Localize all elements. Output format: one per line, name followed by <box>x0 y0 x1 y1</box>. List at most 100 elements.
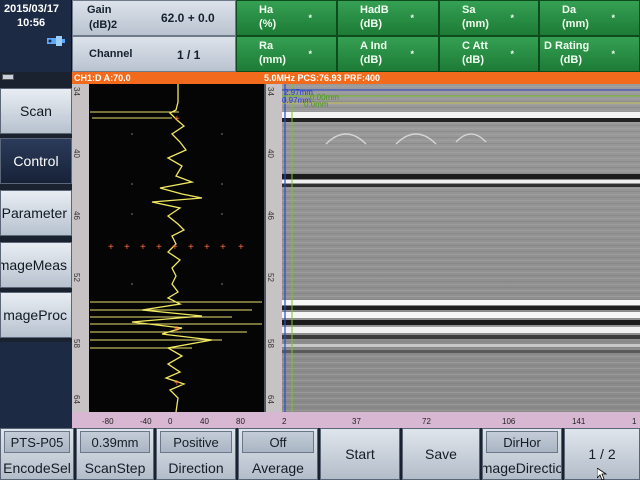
meas-a-ind-label: A Ind <box>360 40 388 52</box>
a-scan-view[interactable]: 34 40 46 52 58 64 + + + + + + + + + + + + <box>72 84 266 412</box>
svg-text:+: + <box>140 242 146 253</box>
gain-label: Gain <box>87 4 112 16</box>
b-scan-image: 2.97mm 0.97mm 0.00mm 0.0mm 344046525864 <box>266 84 640 412</box>
meas-d-rating-label: D Rating <box>544 40 590 52</box>
meas-ha-label: Ha <box>259 4 274 16</box>
datetime-panel: 2015/03/17 10:56 <box>0 0 72 72</box>
meas-d-rating-unit: (dB) <box>560 54 582 66</box>
b-scan-x-tick-label: 141 <box>572 417 586 426</box>
image-direction-value: DirHor <box>486 431 558 453</box>
mouse-pointer-icon <box>597 468 607 480</box>
a-scan-amplitude-ruler: -80 -40 0 40 80 <box>88 412 264 428</box>
a-depth-tick: 46 <box>72 211 81 220</box>
direction-button[interactable]: Positive Direction <box>156 428 236 480</box>
meas-d-rating-value: * <box>611 49 615 59</box>
channel-angle-text: CH1:D A:70.0 <box>74 73 131 83</box>
nav-parameter[interactable]: Parameter <box>0 190 72 236</box>
a-scan-waveform: 34 40 46 52 58 64 + + + + + + + + + + + + <box>72 84 262 412</box>
meas-ra[interactable]: Ra (mm) * <box>236 36 337 72</box>
average-button[interactable]: Off Average <box>238 428 318 480</box>
probe-info-text: 5.0MHz PCS:76.93 PRF:400 <box>264 73 381 83</box>
a-depth-tick: 34 <box>72 87 81 96</box>
save-button[interactable]: Save <box>402 428 480 480</box>
b-depth-tick: 40 <box>266 149 275 158</box>
encode-select-label: EncodeSel <box>3 460 71 476</box>
channel-info-bar: CH1:D A:70.0 5.0MHz PCS:76.93 PRF:400 <box>72 72 640 84</box>
b-depth-tick: 52 <box>266 273 275 282</box>
meas-ha[interactable]: Ha (%) * <box>236 0 337 36</box>
average-value: Off <box>242 431 314 453</box>
meas-ra-unit: (mm) <box>259 54 286 66</box>
meas-c-att-value: * <box>510 49 514 59</box>
b-scan-x-tick-label: 37 <box>352 417 361 426</box>
channel-field[interactable]: Channel 1 / 1 <box>72 36 236 72</box>
date-text: 2015/03/17 <box>4 3 60 15</box>
svg-text:+: + <box>188 242 194 253</box>
a-scan-x-tick-label: 40 <box>200 417 209 426</box>
meas-ra-value: * <box>308 49 312 59</box>
channel-value: 1 / 1 <box>177 48 201 62</box>
meas-d-rating[interactable]: D Rating (dB) * <box>539 36 640 72</box>
scan-step-value: 0.39mm <box>80 431 150 453</box>
b-scan-x-tick-label: 72 <box>422 417 431 426</box>
encode-select-button[interactable]: PTS-P05 EncodeSel <box>0 428 74 480</box>
meas-sa[interactable]: Sa (mm) * <box>439 0 539 36</box>
gain-field[interactable]: Gain (dB)2 62.0 + 0.0 <box>72 0 236 36</box>
image-direction-button[interactable]: DirHor mageDirectio <box>482 428 562 480</box>
nav-image-proc[interactable]: mageProc <box>0 292 72 338</box>
meas-hadb[interactable]: HadB (dB) * <box>337 0 439 36</box>
b-scan-x-tick-label: 106 <box>502 417 516 426</box>
b-depth-tick: 58 <box>266 339 275 348</box>
meas-c-att-label: C Att <box>462 40 488 52</box>
meas-da-value: * <box>611 13 615 23</box>
a-scan-x-tick-label: 0 <box>168 417 173 426</box>
meas-hadb-label: HadB <box>360 4 389 16</box>
a-scan-x-tick-label: 80 <box>236 417 245 426</box>
b-scan-view[interactable]: 2.97mm 0.97mm 0.00mm 0.0mm 34 40 46 52 58 64 <box>266 84 640 412</box>
a-depth-tick: 40 <box>72 149 81 158</box>
a-depth-tick: 64 <box>72 395 81 404</box>
meas-c-att-unit: (dB) <box>462 54 484 66</box>
meas-a-ind-unit: (dB) <box>360 54 382 66</box>
cursor-label-4: 0.0mm <box>304 100 329 109</box>
scan-step-button[interactable]: 0.39mm ScanStep <box>76 428 154 480</box>
nav-scan[interactable]: Scan <box>0 88 72 134</box>
meas-da-unit: (mm) <box>562 18 589 30</box>
meas-hadb-value: * <box>410 13 414 23</box>
meas-da[interactable]: Da (mm) * <box>539 0 640 36</box>
a-scan-x-tick-label: -80 <box>102 417 114 426</box>
b-scan-x-tick-label: 1 <box>632 417 637 426</box>
b-depth-tick: 46 <box>266 211 275 220</box>
svg-text:+: + <box>220 242 226 253</box>
ruler-corner <box>72 412 88 428</box>
usb-icon <box>47 36 65 46</box>
b-scan-scan-ruler: 2 37 72 106 141 1 <box>282 412 640 428</box>
direction-label: Direction <box>168 460 224 476</box>
average-label: Average <box>252 460 304 476</box>
keyboard-icon <box>2 74 14 80</box>
nav-image-meas[interactable]: mageMeas <box>0 242 72 288</box>
ruler-spacer <box>264 412 282 428</box>
svg-text:+: + <box>124 242 130 253</box>
meas-a-ind-value: * <box>410 49 414 59</box>
meas-sa-value: * <box>510 13 514 23</box>
b-scan-x-tick-label: 2 <box>282 417 287 426</box>
meas-a-ind[interactable]: A Ind (dB) * <box>337 36 439 72</box>
a-scan-x-tick-label: -40 <box>140 417 152 426</box>
svg-text:+: + <box>172 242 178 253</box>
encode-select-value: PTS-P05 <box>4 431 70 453</box>
svg-text:+: + <box>238 242 244 253</box>
meas-hadb-unit: (dB) <box>360 18 382 30</box>
a-depth-tick: 58 <box>72 339 81 348</box>
meas-da-label: Da <box>562 4 577 16</box>
meas-sa-unit: (mm) <box>462 18 489 30</box>
svg-text:+: + <box>174 324 180 335</box>
nav-control[interactable]: Control <box>0 138 72 184</box>
time-text: 10:56 <box>17 17 46 29</box>
meas-c-att[interactable]: C Att (dB) * <box>439 36 539 72</box>
start-button[interactable]: Start <box>320 428 400 480</box>
gain-unit: (dB)2 <box>89 19 118 31</box>
svg-text:+: + <box>174 378 180 389</box>
channel-label: Channel <box>89 48 133 60</box>
image-direction-label: mageDirectio <box>483 460 561 476</box>
